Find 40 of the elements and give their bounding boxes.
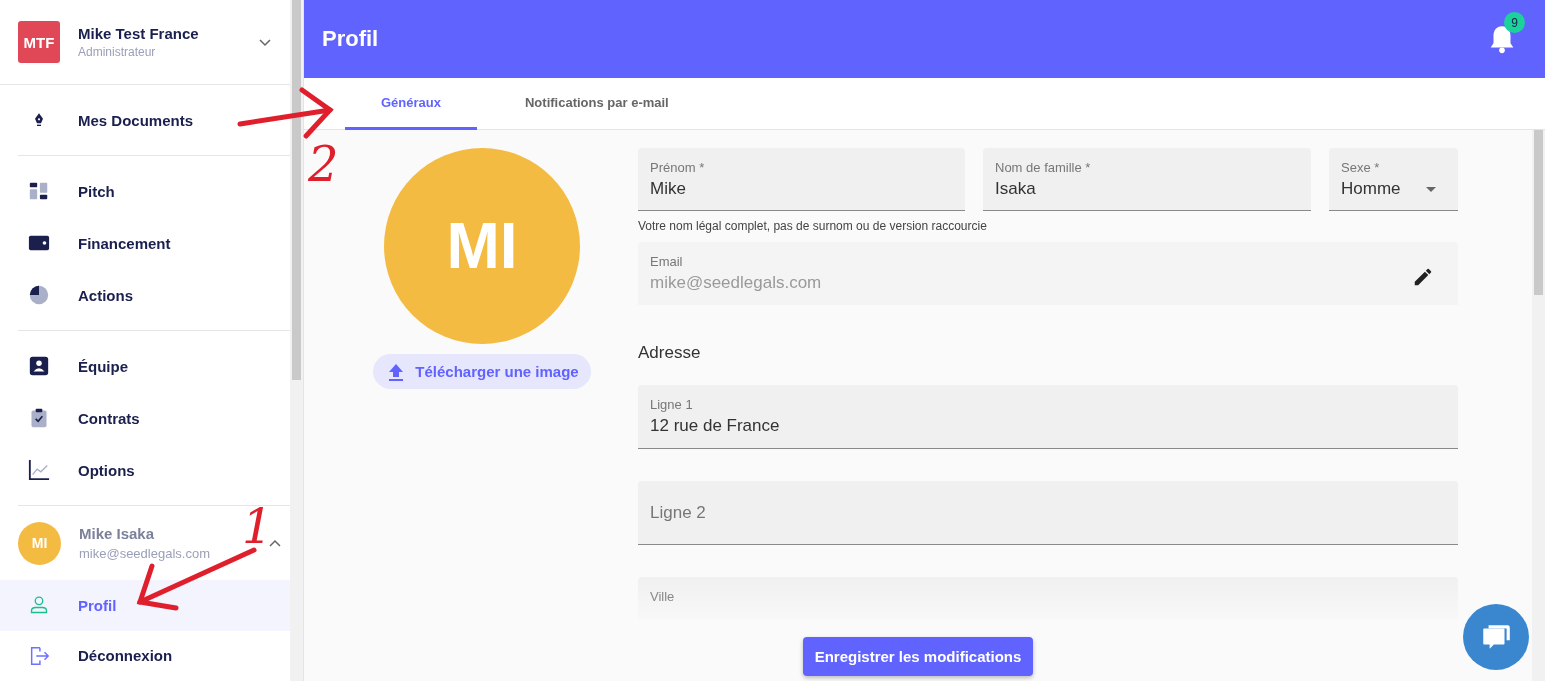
notification-badge: 9 bbox=[1504, 12, 1525, 33]
user-icon bbox=[29, 595, 49, 616]
menu-item[interactable]: Profil bbox=[0, 580, 290, 631]
scrollbar-thumb[interactable] bbox=[1534, 130, 1543, 295]
line-chart-icon bbox=[28, 459, 50, 482]
chevron-icon[interactable] bbox=[258, 37, 272, 48]
profile-avatar: MI bbox=[384, 148, 580, 344]
input-field[interactable]: Nom de famille * Isaka bbox=[983, 148, 1311, 211]
nav-item[interactable]: Actions bbox=[18, 269, 290, 322]
user-avatar: MI bbox=[18, 521, 61, 565]
save-button[interactable]: Enregistrer les modifications bbox=[803, 637, 1033, 676]
annotation-number: 2 bbox=[308, 140, 340, 194]
pie-chart-icon bbox=[28, 284, 50, 307]
section-heading: Adresse bbox=[638, 343, 702, 363]
user-email: mike@seedlegals.com bbox=[79, 546, 211, 562]
org-role: Administrateur bbox=[78, 45, 157, 60]
page-title: Profil bbox=[322, 26, 379, 52]
user-name: Mike Isaka bbox=[79, 525, 156, 543]
chevron-icon[interactable] bbox=[268, 538, 282, 549]
helper-text: Votre nom légal complet, pas de surnom ou de version raccourcie bbox=[638, 219, 988, 233]
annotation-number: 1 bbox=[242, 502, 273, 556]
scrollbar-thumb[interactable] bbox=[292, 0, 301, 380]
tab[interactable]: Généraux bbox=[345, 78, 477, 130]
person-card-icon bbox=[28, 355, 50, 378]
upload-image-button[interactable]: Télécharger une image bbox=[373, 354, 591, 389]
dropdown-arrow-icon bbox=[1426, 186, 1436, 192]
org-logo: MTF bbox=[18, 21, 60, 64]
nav-item[interactable]: Options bbox=[18, 444, 290, 497]
input-field[interactable]: Prénom * Mike bbox=[638, 148, 965, 211]
nav-item[interactable]: Équipe bbox=[18, 340, 290, 393]
input-field[interactable]: Ligne 1 12 rue de France bbox=[638, 385, 1458, 449]
nav-item[interactable]: Financement bbox=[18, 217, 290, 270]
nav-item[interactable]: Contrats bbox=[18, 392, 290, 445]
input-field[interactable]: Ligne 2 bbox=[638, 481, 1458, 545]
org-name: Mike Test France bbox=[78, 25, 200, 43]
select-field[interactable]: Sexe * Homme bbox=[1329, 148, 1458, 211]
menu-item[interactable]: Déconnexion bbox=[0, 630, 290, 681]
tab[interactable]: Notifications par e-mail bbox=[489, 78, 705, 130]
nav-item[interactable]: Pitch bbox=[18, 165, 290, 218]
nav-item[interactable]: Mes Documents bbox=[18, 94, 290, 147]
